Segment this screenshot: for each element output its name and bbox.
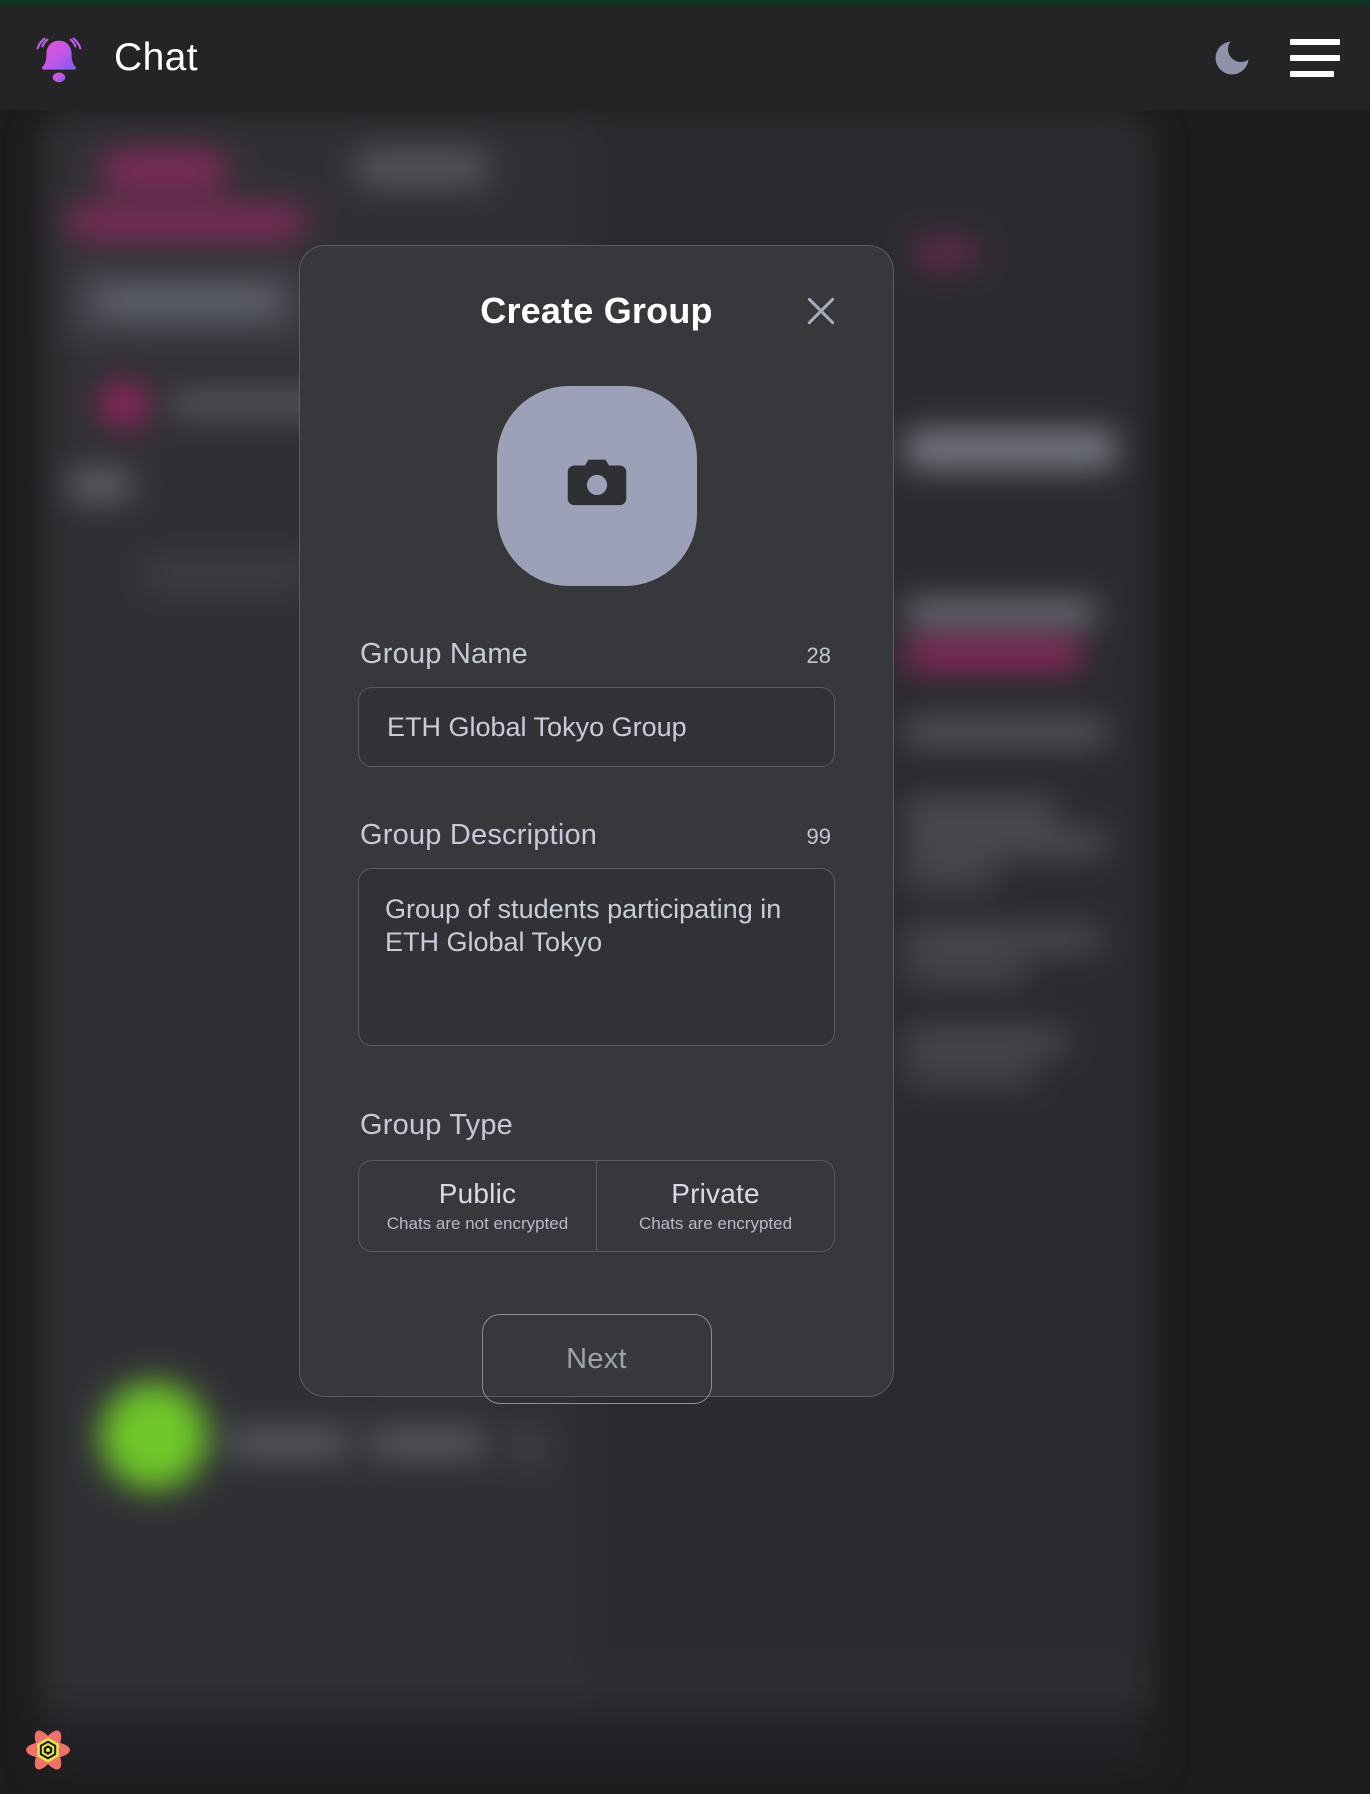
public-option-title: Public xyxy=(438,1178,517,1209)
group-description-label: Group Description xyxy=(360,819,598,851)
moon-icon[interactable] xyxy=(1210,36,1254,80)
group-type-label: Group Type xyxy=(360,1109,514,1141)
app-header: Chat xyxy=(0,5,1370,110)
private-option-title: Private xyxy=(671,1178,760,1209)
private-option-subtitle: Chats are encrypted xyxy=(638,1214,793,1233)
group-name-field: Group Name 28 xyxy=(358,638,835,767)
public-option-subtitle: Chats are not encrypted xyxy=(386,1214,569,1233)
hamburger-menu-icon[interactable] xyxy=(1290,38,1340,77)
group-description-header: Group Description 99 xyxy=(358,819,835,852)
group-type-field: Group Type Public Chats are not encrypte… xyxy=(358,1109,835,1252)
group-description-counter: 99 xyxy=(806,824,831,849)
close-x-icon[interactable] xyxy=(801,291,841,331)
group-avatar-wrapper xyxy=(358,386,835,586)
group-name-header: Group Name 28 xyxy=(358,638,835,671)
group-type-option-private[interactable]: Private Chats are encrypted xyxy=(596,1161,834,1251)
next-button[interactable]: Next xyxy=(481,1314,712,1404)
atom-flower-badge-icon[interactable] xyxy=(12,1714,84,1786)
header-actions xyxy=(1210,36,1340,80)
group-type-header: Group Type xyxy=(358,1109,835,1142)
group-description-input[interactable] xyxy=(358,868,835,1046)
page-title: Chat xyxy=(114,35,198,79)
create-group-modal: Create Group Group Name 28 Group Descr xyxy=(299,245,894,1404)
group-type-option-public[interactable]: Public Chats are not encrypted xyxy=(359,1161,596,1251)
modal-footer: Next xyxy=(358,1314,835,1404)
camera-icon xyxy=(558,445,636,528)
group-description-field: Group Description 99 xyxy=(358,819,835,1051)
modal-title: Create Group xyxy=(480,290,713,331)
group-avatar-upload-button[interactable] xyxy=(496,386,697,586)
modal-header: Create Group xyxy=(358,246,835,376)
group-type-segmented-control: Public Chats are not encrypted Private C… xyxy=(358,1160,835,1252)
group-name-counter: 28 xyxy=(806,643,831,668)
group-name-input[interactable] xyxy=(358,687,835,767)
group-name-label: Group Name xyxy=(360,638,529,670)
bell-notification-icon[interactable] xyxy=(28,27,90,89)
